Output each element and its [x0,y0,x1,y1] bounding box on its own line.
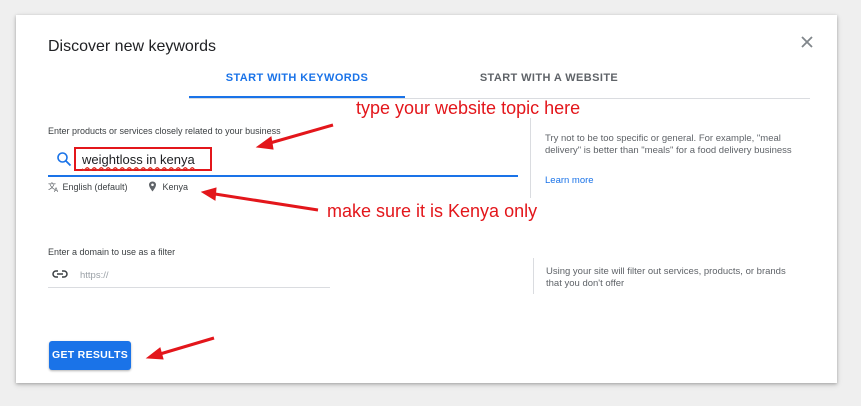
tab-start-with-keywords[interactable]: START WITH KEYWORDS [189,70,405,98]
link-icon [52,270,68,278]
location-selector[interactable]: Kenya [148,181,188,192]
svg-text:A: A [54,187,59,192]
domain-tip: Using your site will filter out services… [546,266,786,289]
close-icon[interactable] [799,34,815,50]
get-results-button[interactable]: GET RESULTS [49,341,131,370]
domain-input[interactable] [78,265,322,285]
dialog-title: Discover new keywords [48,38,217,55]
search-icon [57,152,72,167]
tab-start-with-website[interactable]: START WITH A WEBSITE [429,70,669,98]
location-pin-icon [149,181,156,192]
domain-field[interactable] [48,263,330,288]
language-label: English (default) [62,182,128,192]
language-selector[interactable]: 文 A English (default) [48,181,128,194]
tab-bar: START WITH KEYWORDS START WITH A WEBSITE [189,70,810,99]
keywords-tip: Try not to be too specific or general. F… [545,133,792,156]
divider [533,258,534,294]
discover-keywords-dialog: Discover new keywords START WITH KEYWORD… [16,15,837,383]
keyword-value: weightloss in kenya [82,152,195,167]
annotation-kenya: make sure it is Kenya only [327,201,538,221]
learn-more-link[interactable]: Learn more [545,175,594,186]
keywords-label: Enter products or services closely relat… [48,126,281,136]
divider [530,118,531,198]
translate-icon: 文 A [48,181,59,194]
keyword-input[interactable]: weightloss in kenya [74,147,212,171]
domain-label: Enter a domain to use as a filter [48,247,176,257]
annotation-topic: type your website topic here [356,98,581,118]
keyword-search-field[interactable]: weightloss in kenya [48,145,518,177]
location-label: Kenya [162,182,189,192]
